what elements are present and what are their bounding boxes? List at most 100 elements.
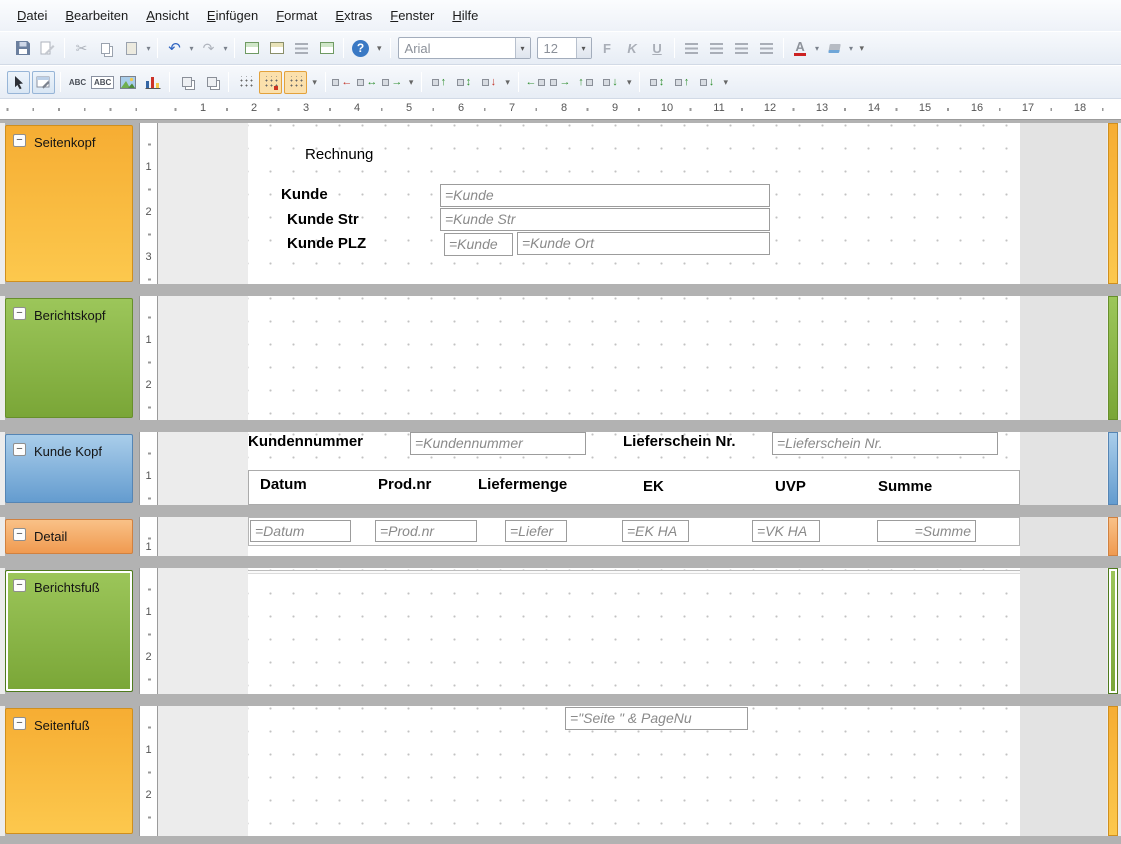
collapse-icon[interactable]: −	[13, 307, 26, 320]
chart-button[interactable]	[141, 71, 164, 94]
toolbar-overflow-chevron-icon[interactable]: ▾	[719, 77, 732, 88]
kundennummer-field[interactable]: =Kundennummer	[410, 432, 586, 455]
font-name-combo[interactable]: Arial ▾	[398, 37, 531, 59]
snap-to-grid-button[interactable]	[259, 71, 282, 94]
edit-file-button[interactable]	[36, 37, 59, 60]
kunde-field[interactable]: =Kunde	[440, 184, 770, 207]
collapse-icon[interactable]: −	[13, 443, 26, 456]
page-number-field[interactable]: ="Seite " & PageNu	[565, 707, 748, 730]
collapse-icon[interactable]: −	[13, 579, 26, 592]
fit-height-smallest-button[interactable]: ↑	[574, 71, 597, 94]
column-header-liefermenge[interactable]: Liefermenge	[478, 476, 567, 493]
highlight-dropdown-chevron-icon[interactable]: ▾	[847, 44, 856, 53]
toolbar-overflow-chevron-icon[interactable]: ▾	[308, 77, 321, 88]
column-header-ek[interactable]: EK	[643, 478, 664, 495]
undo-button[interactable]: ↶	[163, 37, 186, 60]
kunde-plz-field[interactable]: =Kunde	[444, 233, 513, 256]
font-color-dropdown-chevron-icon[interactable]: ▾	[813, 44, 822, 53]
column-header-datum[interactable]: Datum	[260, 476, 307, 493]
menu-fenster[interactable]: Fenster	[381, 3, 443, 28]
canvas-seitenkopf[interactable]: Rechnung Kunde =Kunde Kunde Str =Kunde S…	[158, 123, 1121, 284]
fit-height-greatest-button[interactable]: ↓	[599, 71, 622, 94]
image-control-button[interactable]	[116, 71, 139, 94]
paste-button[interactable]	[120, 37, 143, 60]
shrink-section-bottom-button[interactable]: ↓	[695, 71, 718, 94]
ek-field[interactable]: =EK HA	[622, 520, 689, 542]
section-header-kunde-kopf[interactable]: − Kunde Kopf	[5, 434, 133, 503]
align-left-edges-button[interactable]: ←	[331, 71, 354, 94]
kundennummer-label[interactable]: Kundennummer	[248, 433, 363, 450]
menu-einfuegen[interactable]: Einfügen	[198, 3, 267, 28]
lieferschein-label[interactable]: Lieferschein Nr.	[623, 433, 736, 450]
lieferschein-field[interactable]: =Lieferschein Nr.	[772, 432, 998, 455]
save-button[interactable]	[11, 37, 34, 60]
select-tool-button[interactable]	[7, 71, 30, 94]
collapse-icon[interactable]: −	[13, 528, 26, 541]
redo-dropdown-chevron-icon[interactable]: ▾	[221, 44, 230, 53]
liefermenge-field[interactable]: =Liefer	[505, 520, 567, 542]
redo-button[interactable]: ↷	[197, 37, 220, 60]
menu-bearbeiten[interactable]: Bearbeiten	[56, 3, 137, 28]
menu-datei[interactable]: Datei	[8, 3, 56, 28]
section-header-seitenkopf[interactable]: − Seitenkopf	[5, 125, 133, 282]
prodnr-field[interactable]: =Prod.nr	[375, 520, 477, 542]
align-center-button[interactable]	[705, 37, 728, 60]
align-right-edges-button[interactable]: →	[381, 71, 404, 94]
align-left-button[interactable]	[680, 37, 703, 60]
kunde-plz-label[interactable]: Kunde PLZ	[287, 235, 366, 252]
datum-field[interactable]: =Datum	[250, 520, 351, 542]
summe-field[interactable]: =Summe	[877, 520, 976, 542]
underline-button[interactable]: U	[646, 37, 669, 60]
font-size-combo[interactable]: 12 ▾	[537, 37, 592, 59]
column-header-prodnr[interactable]: Prod.nr	[378, 476, 431, 493]
properties-button[interactable]	[315, 37, 338, 60]
align-top-edges-button[interactable]: ↑	[427, 71, 450, 94]
add-field-button[interactable]	[265, 37, 288, 60]
toolbar-overflow-chevron-icon[interactable]: ▾	[623, 77, 636, 88]
align-middle-vertical-button[interactable]: ↕	[452, 71, 475, 94]
kunde-str-field[interactable]: =Kunde Str	[440, 208, 770, 231]
align-bottom-edges-button[interactable]: ↓	[477, 71, 500, 94]
canvas-seitenfuss[interactable]: ="Seite " & PageNu	[158, 706, 1121, 836]
column-header-uvp[interactable]: UVP	[775, 478, 806, 495]
toolbar-overflow-chevron-icon[interactable]: ▾	[405, 77, 418, 88]
highlight-color-button[interactable]	[823, 37, 846, 60]
toolbar-overflow-chevron-icon[interactable]: ▾	[501, 77, 514, 88]
canvas-berichtskopf[interactable]	[158, 296, 1121, 420]
send-to-back-button[interactable]	[200, 71, 223, 94]
paste-dropdown-chevron-icon[interactable]: ▾	[144, 44, 153, 53]
canvas-berichtsfuss[interactable]	[158, 568, 1121, 694]
page-area[interactable]	[248, 296, 1020, 420]
label-field-button[interactable]: ABC	[66, 71, 89, 94]
align-justify-button[interactable]	[755, 37, 778, 60]
align-center-horizontal-button[interactable]: ↔	[356, 71, 379, 94]
menu-format[interactable]: Format	[267, 3, 326, 28]
fit-width-smallest-button[interactable]: ←	[524, 71, 547, 94]
text-field-button[interactable]: ABC	[91, 71, 114, 94]
bold-button[interactable]: F	[596, 37, 619, 60]
canvas-kunde-kopf[interactable]: Kundennummer =Kundennummer Lieferschein …	[158, 432, 1121, 505]
toolbar-overflow-chevron-icon[interactable]: ▾	[856, 43, 869, 54]
italic-button[interactable]: K	[621, 37, 644, 60]
column-header-summe[interactable]: Summe	[878, 478, 932, 495]
toolbar-overflow-chevron-icon[interactable]: ▾	[373, 43, 386, 54]
page-area[interactable]	[248, 568, 1020, 694]
section-header-detail[interactable]: − Detail	[5, 519, 133, 554]
edit-mode-button[interactable]	[32, 71, 55, 94]
vk-field[interactable]: =VK HA	[752, 520, 820, 542]
collapse-icon[interactable]: −	[13, 717, 26, 730]
menu-ansicht[interactable]: Ansicht	[137, 3, 198, 28]
menu-hilfe[interactable]: Hilfe	[443, 3, 487, 28]
bring-to-front-button[interactable]	[175, 71, 198, 94]
undo-dropdown-chevron-icon[interactable]: ▾	[187, 44, 196, 53]
font-color-button[interactable]: A	[789, 37, 812, 60]
collapse-icon[interactable]: −	[13, 134, 26, 147]
report-title-label[interactable]: Rechnung	[305, 146, 373, 163]
align-right-button[interactable]	[730, 37, 753, 60]
section-header-berichtsfuss[interactable]: − Berichtsfuß	[5, 570, 133, 692]
helplines-while-moving-button[interactable]	[284, 71, 307, 94]
canvas-detail[interactable]: =Datum =Prod.nr =Liefer =EK HA =VK HA =S…	[158, 517, 1121, 556]
section-header-berichtskopf[interactable]: − Berichtskopf	[5, 298, 133, 418]
chevron-down-icon[interactable]: ▾	[515, 38, 530, 58]
menu-extras[interactable]: Extras	[326, 3, 381, 28]
